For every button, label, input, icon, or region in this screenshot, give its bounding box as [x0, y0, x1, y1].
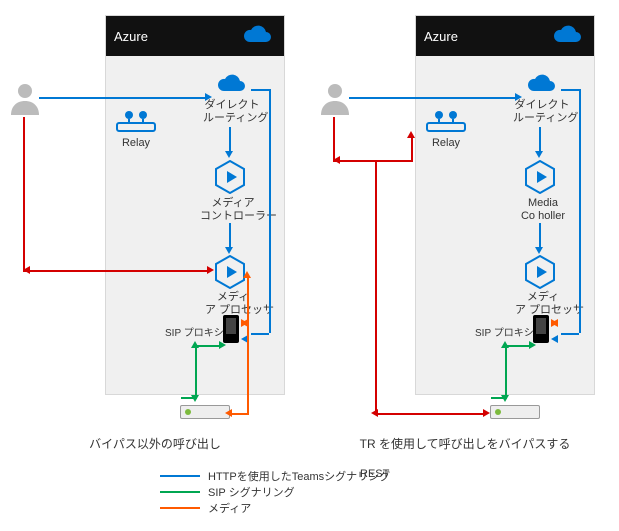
media-processor-label: メディ ア プロセッサ — [515, 291, 571, 317]
media-controller-label: Media Co holler — [513, 197, 573, 223]
flow-media-user-mp — [23, 117, 25, 272]
media-controller-icon — [215, 160, 245, 194]
legend-swatch-blue — [160, 475, 200, 477]
legend-sip-label: SIP シグナリング — [208, 484, 295, 500]
azure-title: Azure — [424, 29, 458, 44]
user-icon — [11, 83, 39, 115]
media-controller-label: メディア コントローラー — [200, 197, 266, 223]
flow-media-mp-sbc — [247, 275, 249, 413]
sip-proxy-label: SIP プロキシ — [475, 324, 534, 339]
caption-left: バイパス以外の呼び出し — [5, 435, 305, 452]
relay-icon — [425, 105, 467, 133]
cloud-icon — [546, 24, 586, 48]
caption-right: TR を使用して呼び出しをバイパスする — [315, 435, 615, 452]
legend-sip: SIP シグナリング — [160, 484, 390, 500]
legend-rest-label: REST — [360, 468, 389, 480]
cloud-icon — [236, 24, 276, 48]
media-processor-icon — [215, 255, 245, 289]
legend: HTTPを使用したTeamsシグナリング SIP シグナリング メディア RES… — [160, 468, 390, 516]
sbc-server-icon — [180, 405, 230, 419]
legend-swatch-green — [160, 491, 200, 493]
direct-routing-icon — [210, 73, 250, 97]
sip-proxy-phone-icon — [223, 315, 239, 343]
user-icon — [321, 83, 349, 115]
media-processor-label: メディ ア プロセッサ — [205, 291, 261, 317]
flow-media-relay-sbc — [375, 160, 377, 413]
legend-media: メディア — [160, 500, 390, 516]
legend-swatch-orange — [160, 507, 200, 509]
flow-sip-proxy-sbc — [505, 345, 507, 397]
flow-http-user-dr — [349, 97, 517, 99]
media-processor-icon — [525, 255, 555, 289]
relay-label: Relay — [115, 137, 157, 150]
flow-http-user-dr — [39, 97, 207, 99]
flow-sip-proxy-sbc — [195, 345, 197, 397]
media-controller-icon — [525, 160, 555, 194]
azure-header: Azure — [106, 16, 284, 56]
legend-http: HTTPを使用したTeamsシグナリング — [160, 468, 390, 484]
sip-proxy-phone-icon — [533, 315, 549, 343]
direct-routing-icon — [520, 73, 560, 97]
legend-media-label: メディア — [208, 500, 251, 516]
diagram-left: Azure Relay ダイレクト ルーティング メディア コントローラー メデ… — [5, 5, 305, 455]
diagram-right: Azure Relay ダイレクト ルーティング Media Co holler… — [315, 5, 615, 455]
sip-proxy-label: SIP プロキシ — [165, 324, 224, 339]
azure-title: Azure — [114, 29, 148, 44]
relay-label: Relay — [425, 137, 467, 150]
direct-routing-label: ダイレクト ルーティング — [203, 99, 261, 125]
azure-header: Azure — [416, 16, 594, 56]
relay-icon — [115, 105, 157, 133]
sbc-server-icon — [490, 405, 540, 419]
direct-routing-label: ダイレクト ルーティング — [513, 99, 571, 125]
